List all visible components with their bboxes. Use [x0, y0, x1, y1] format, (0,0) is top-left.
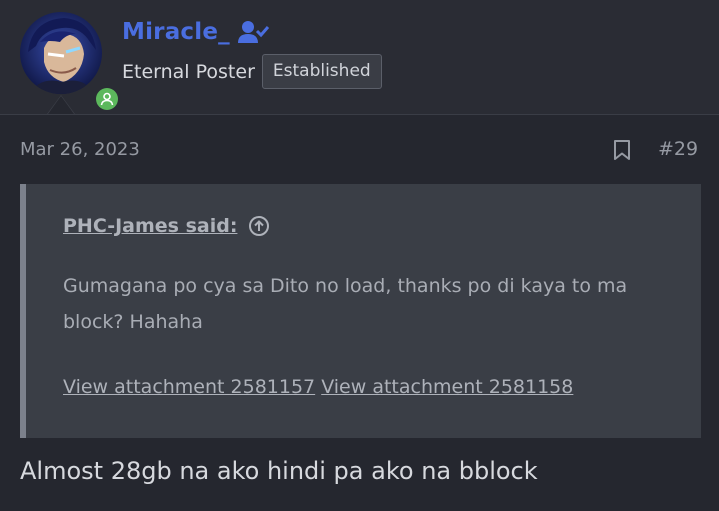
avatar-image: [20, 12, 102, 94]
user-online-icon: [100, 92, 114, 106]
online-status: [93, 85, 121, 113]
quote-text: Gumagana po cya sa Dito no load, thanks …: [63, 275, 628, 333]
attachment-link[interactable]: View attachment 2581158: [321, 376, 573, 398]
user-title: Eternal Poster: [122, 60, 255, 83]
bookmark-icon[interactable]: [612, 139, 632, 161]
attachment-link[interactable]: View attachment 2581157: [63, 376, 315, 398]
user-title-row: Eternal Poster Established: [122, 54, 382, 89]
post-date[interactable]: Mar 26, 2023: [20, 139, 140, 160]
quote-author-link[interactable]: PHC-James said:: [63, 215, 237, 237]
post-message: Almost 28gb na ako hindi pa ako na bbloc…: [20, 457, 538, 485]
post-number[interactable]: #29: [658, 138, 698, 160]
username-link[interactable]: Miracle_: [122, 19, 230, 45]
username-row: Miracle_: [122, 16, 270, 48]
quote-attachments: View attachment 2581157 View attachment …: [63, 376, 573, 398]
quote-block: PHC-James said: Gumagana po cya sa Dito …: [20, 184, 701, 438]
quote-header: PHC-James said:: [63, 215, 270, 237]
avatar[interactable]: [20, 12, 121, 113]
user-check-icon: [237, 20, 270, 44]
avatar-pointer: [47, 95, 75, 114]
user-banner-badge: Established: [261, 54, 382, 89]
arrow-circle-up-icon[interactable]: [248, 215, 270, 237]
